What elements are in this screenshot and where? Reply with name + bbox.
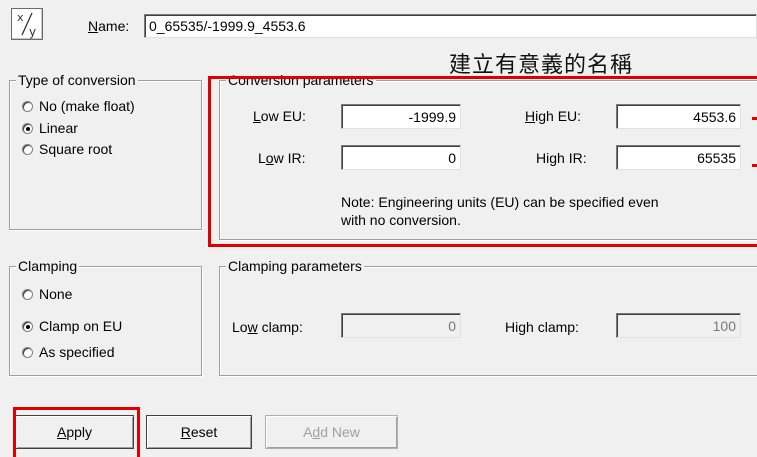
radio-button-icon xyxy=(22,346,33,358)
radio-button-icon xyxy=(22,288,33,300)
radio-linear[interactable]: Linear xyxy=(22,120,78,136)
radio-label: Linear xyxy=(39,120,78,136)
radio-no-make-float[interactable]: No (make float) xyxy=(22,98,135,114)
reset-button[interactable]: Reset xyxy=(146,415,252,449)
radio-button-icon xyxy=(22,320,33,332)
radio-clamp-none[interactable]: None xyxy=(22,286,72,302)
clamping-parameters-legend: Clamping parameters xyxy=(226,258,364,274)
radio-square-root[interactable]: Square root xyxy=(22,141,112,157)
xy-conversion-icon: x y xyxy=(11,8,43,40)
slash-glyph: x y xyxy=(17,11,36,39)
note-line-2: with no conversion. xyxy=(341,212,461,228)
name-input[interactable] xyxy=(144,14,757,38)
high-eu-label: High EU: xyxy=(525,108,582,124)
high-ir-input[interactable] xyxy=(616,145,741,170)
radio-label: None xyxy=(39,286,73,302)
radio-label: Square root xyxy=(39,141,113,157)
type-of-conversion-legend: Type of conversion xyxy=(16,72,138,88)
svg-text:x: x xyxy=(17,11,24,24)
radio-clamp-as-specified[interactable]: As specified xyxy=(22,344,114,360)
low-eu-input[interactable] xyxy=(341,104,461,129)
radio-button-icon xyxy=(22,100,33,112)
high-clamp-input[interactable] xyxy=(616,313,741,338)
conversion-parameters-legend: Conversion parameters xyxy=(226,72,376,88)
clamping-legend: Clamping xyxy=(16,258,80,274)
low-ir-label: Low IR: xyxy=(258,150,306,166)
radio-label: Clamp on EU xyxy=(39,318,123,334)
radio-button-icon xyxy=(22,143,33,155)
radio-label: No (make float) xyxy=(39,98,135,114)
radio-label: As specified xyxy=(39,344,115,360)
low-clamp-label: Low clamp: xyxy=(232,319,303,335)
note-line-1: Note: Engineering units (EU) can be spec… xyxy=(341,194,659,210)
low-eu-label: Low EU: xyxy=(253,108,306,124)
low-clamp-input[interactable] xyxy=(341,313,461,338)
add-new-button[interactable]: Add New xyxy=(265,415,398,449)
name-label: Name: xyxy=(88,18,130,34)
red-tick-mark xyxy=(752,117,757,120)
high-clamp-label: High clamp: xyxy=(505,319,579,335)
radio-clamp-on-eu[interactable]: Clamp on EU xyxy=(22,318,122,334)
high-eu-input[interactable] xyxy=(616,104,741,129)
red-tick-mark xyxy=(752,164,757,167)
low-ir-input[interactable] xyxy=(341,145,461,170)
radio-button-icon xyxy=(22,122,33,134)
high-ir-label: High IR: xyxy=(536,150,587,166)
apply-button[interactable]: Apply xyxy=(15,415,134,449)
svg-text:y: y xyxy=(29,25,36,39)
annotation-text: 建立有意義的名稱 xyxy=(449,53,634,78)
conversion-note: Note: Engineering units (EU) can be spec… xyxy=(341,193,659,229)
